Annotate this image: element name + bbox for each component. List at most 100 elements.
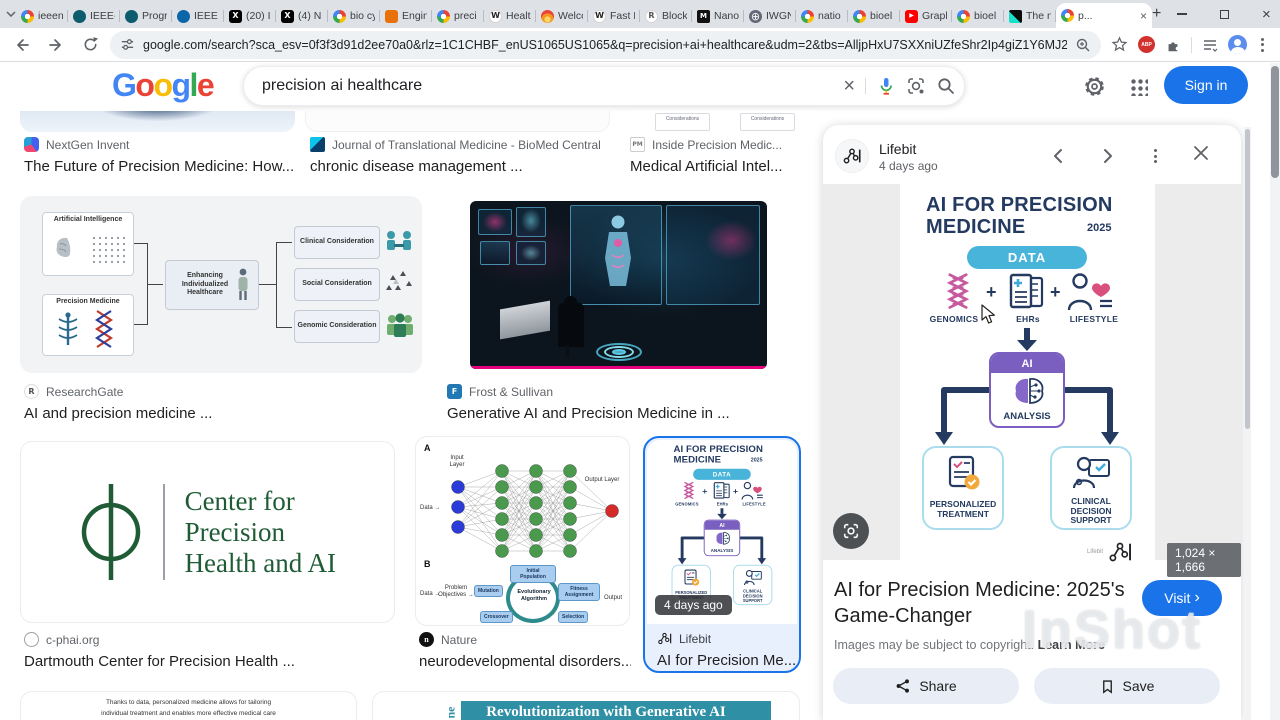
result-title[interactable]: Generative AI and Precision Medicine in …: [447, 405, 797, 422]
zoom-icon[interactable]: [1075, 37, 1091, 53]
result-source[interactable]: Frost & Sullivan: [447, 383, 797, 400]
browser-tab[interactable]: (4) N: [276, 4, 328, 28]
cropped-result-text-card[interactable]: Thanks to data, personalized medicine al…: [20, 691, 357, 720]
panel-source[interactable]: Lifebit 4 days ago: [879, 141, 938, 173]
browser-tab[interactable]: Nano: [692, 4, 744, 28]
logo-letter: o: [153, 67, 173, 103]
browser-tab[interactable]: preci: [432, 4, 484, 28]
logo-letter: G: [112, 67, 137, 103]
google-apps-icon[interactable]: [1129, 77, 1148, 96]
holo-ring: [612, 349, 626, 355]
cropped-image-fragment[interactable]: Considerations Considerations: [628, 111, 820, 132]
personalized-treatment-box: PERSONALIZEDTREATMENT: [922, 446, 1004, 530]
result-title[interactable]: Dartmouth Center for Precision Health ..…: [24, 653, 394, 670]
browser-tab[interactable]: Progr: [120, 4, 172, 28]
cropped-image-fragment[interactable]: [20, 111, 295, 132]
google-logo[interactable]: Google: [112, 67, 215, 103]
browser-tab[interactable]: IWGN: [744, 4, 796, 28]
result-source[interactable]: Inside Precision Medic...: [630, 136, 815, 153]
restore-button[interactable]: [1203, 0, 1245, 28]
result-source[interactable]: Lifebit: [657, 630, 797, 647]
result-title[interactable]: AI for Precision Me...: [657, 652, 797, 669]
profile-avatar[interactable]: [1228, 35, 1247, 54]
result-title[interactable]: The Future of Precision Medicine: How...: [24, 158, 302, 175]
url-bar[interactable]: google.com/search?sca_esv=0f3f3d91d2ee70…: [110, 30, 1101, 59]
browser-tab[interactable]: Engin: [380, 4, 432, 28]
browser-tab[interactable]: (20) I: [224, 4, 276, 28]
close-icon: [1194, 146, 1208, 160]
tab-close-icon[interactable]: [1140, 10, 1147, 22]
bookmark-star-icon[interactable]: [1111, 36, 1128, 53]
browser-tab[interactable]: bioel: [952, 4, 1004, 28]
result-title[interactable]: AI and precision medicine ...: [24, 405, 414, 422]
logo-letter: e: [196, 67, 215, 103]
forward-button[interactable]: [42, 31, 70, 59]
browser-menu-icon[interactable]: [1257, 37, 1268, 52]
close-window-button[interactable]: [1245, 0, 1280, 28]
extensions-puzzle-icon[interactable]: [1165, 37, 1181, 53]
sign-in-button[interactable]: Sign in: [1164, 66, 1248, 104]
browser-tab[interactable]: bio cy: [328, 4, 380, 28]
clear-search-icon[interactable]: [843, 75, 855, 98]
learn-more-link[interactable]: Learn More: [1038, 638, 1105, 652]
previous-image-button[interactable]: [1045, 142, 1073, 170]
result-title[interactable]: Medical Artificial Intel...: [630, 158, 815, 175]
back-button[interactable]: [8, 31, 36, 59]
next-image-button[interactable]: [1093, 142, 1121, 170]
tab-label: natio: [818, 10, 841, 22]
browser-tab[interactable]: Block: [640, 4, 692, 28]
lifebit-favicon: [658, 632, 672, 645]
mic-icon[interactable]: [876, 76, 896, 96]
lens-camera-icon[interactable]: [906, 76, 926, 96]
result-image-nature[interactable]: A Input Layer Data Output Layer B Data P…: [415, 436, 630, 626]
minimize-button[interactable]: [1161, 0, 1203, 28]
lens-search-button[interactable]: [833, 513, 869, 549]
result-image-researchgate[interactable]: Artificial Intelligence Precision Medici…: [20, 196, 422, 373]
browser-tab[interactable]: IEEE N: [172, 4, 224, 28]
active-tab[interactable]: p...: [1056, 3, 1152, 28]
result-caption: c-phai.org Dartmouth Center for Precisio…: [24, 631, 394, 670]
image-title[interactable]: AI for Precision Medicine: 2025's Game-C…: [834, 577, 1142, 629]
browser-tab[interactable]: Welco: [536, 4, 588, 28]
browser-tab[interactable]: Graph: [900, 4, 952, 28]
result-source[interactable]: Nature: [419, 631, 631, 648]
refresh-button[interactable]: [76, 31, 104, 59]
browser-tab[interactable]: natio: [796, 4, 848, 28]
ai-precision-medicine-infographic: AI FOR PRECISION MEDICINE 2025 DATA + + …: [900, 186, 1155, 558]
panel-menu-icon[interactable]: [1141, 142, 1169, 170]
browser-tab[interactable]: The n: [1004, 4, 1056, 28]
result-title[interactable]: chronic disease management ...: [310, 158, 618, 175]
tab-search-button[interactable]: [6, 3, 16, 25]
browser-tab[interactable]: ieeen: [16, 4, 68, 28]
result-source[interactable]: NextGen Invent: [24, 136, 302, 153]
result-title[interactable]: neurodevelopmental disorders...: [419, 653, 631, 670]
result-image-cphai[interactable]: Center for Precision Health and AI: [20, 441, 395, 623]
panel-scrollbar-thumb[interactable]: [1245, 129, 1250, 429]
clinical-people-icon: [387, 231, 411, 250]
settings-gear-icon[interactable]: [1083, 75, 1106, 103]
save-button[interactable]: Save: [1034, 668, 1220, 704]
reading-list-icon[interactable]: [1202, 37, 1218, 53]
share-button[interactable]: Share: [833, 668, 1019, 704]
result-image-frost-sullivan[interactable]: [470, 201, 767, 369]
browser-tab[interactable]: Fast H: [588, 4, 640, 28]
new-tab-button[interactable]: [1152, 2, 1161, 26]
browser-tab[interactable]: Healt: [484, 4, 536, 28]
source-avatar[interactable]: [835, 139, 869, 173]
adblock-extension-icon[interactable]: [1138, 36, 1155, 53]
search-input[interactable]: precision ai healthcare: [262, 77, 833, 95]
selected-result-card[interactable]: AI FOR PRECISION MEDICINE 2025 DATA + + …: [643, 436, 801, 673]
browser-tab[interactable]: bioel: [848, 4, 900, 28]
result-source[interactable]: ResearchGate: [24, 383, 414, 400]
cropped-image-fragment[interactable]: [305, 111, 610, 132]
cropped-result-banner-card[interactable]: ne Revolutionization with Generative AI: [372, 691, 800, 720]
page-scrollbar-thumb[interactable]: [1271, 66, 1279, 178]
search-icon[interactable]: [936, 76, 956, 96]
infographic-year: 2025: [1087, 222, 1112, 234]
browser-tab[interactable]: IEEE-N: [68, 4, 120, 28]
result-source[interactable]: c-phai.org: [24, 631, 394, 648]
main-image[interactable]: AI FOR PRECISION MEDICINE 2025 DATA + + …: [900, 184, 1155, 560]
visit-button[interactable]: Visit: [1142, 580, 1222, 616]
panel-close-icon[interactable]: [1187, 139, 1215, 167]
result-source[interactable]: Journal of Translational Medicine - BioM…: [310, 136, 618, 153]
